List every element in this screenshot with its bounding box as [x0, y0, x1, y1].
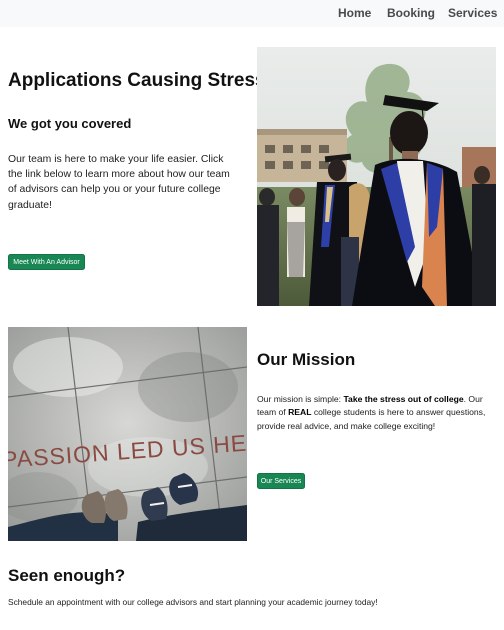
- meet-advisor-button[interactable]: Meet With An Advisor: [8, 254, 85, 270]
- mission-text-bold: REAL: [288, 407, 312, 418]
- navbar: Home Booking Services: [0, 0, 504, 27]
- cta-text: Schedule an appointment with our college…: [8, 597, 378, 607]
- mission-text-part: Our mission is simple:: [257, 394, 344, 404]
- cta-title: Seen enough?: [8, 566, 126, 585]
- hero-subtitle: We got you covered: [8, 116, 132, 131]
- mission-text-bold: Take the stress out of college: [343, 394, 464, 404]
- hero-title: Applications Causing Stress?: [8, 70, 278, 91]
- mission-text: Our mission is simple: Take the stress o…: [257, 393, 497, 433]
- hero-text: Our team is here to make your life easie…: [8, 154, 230, 211]
- nav-link-booking[interactable]: Booking: [387, 6, 435, 20]
- passion-sidewalk-photo: PASSION LED US HERE: [8, 327, 247, 541]
- nav-link-home[interactable]: Home: [338, 6, 371, 20]
- mission-title: Our Mission: [257, 350, 356, 369]
- our-services-button[interactable]: Our Services: [257, 473, 305, 489]
- graduation-photo: [257, 47, 496, 306]
- nav-link-services[interactable]: Services: [448, 6, 497, 20]
